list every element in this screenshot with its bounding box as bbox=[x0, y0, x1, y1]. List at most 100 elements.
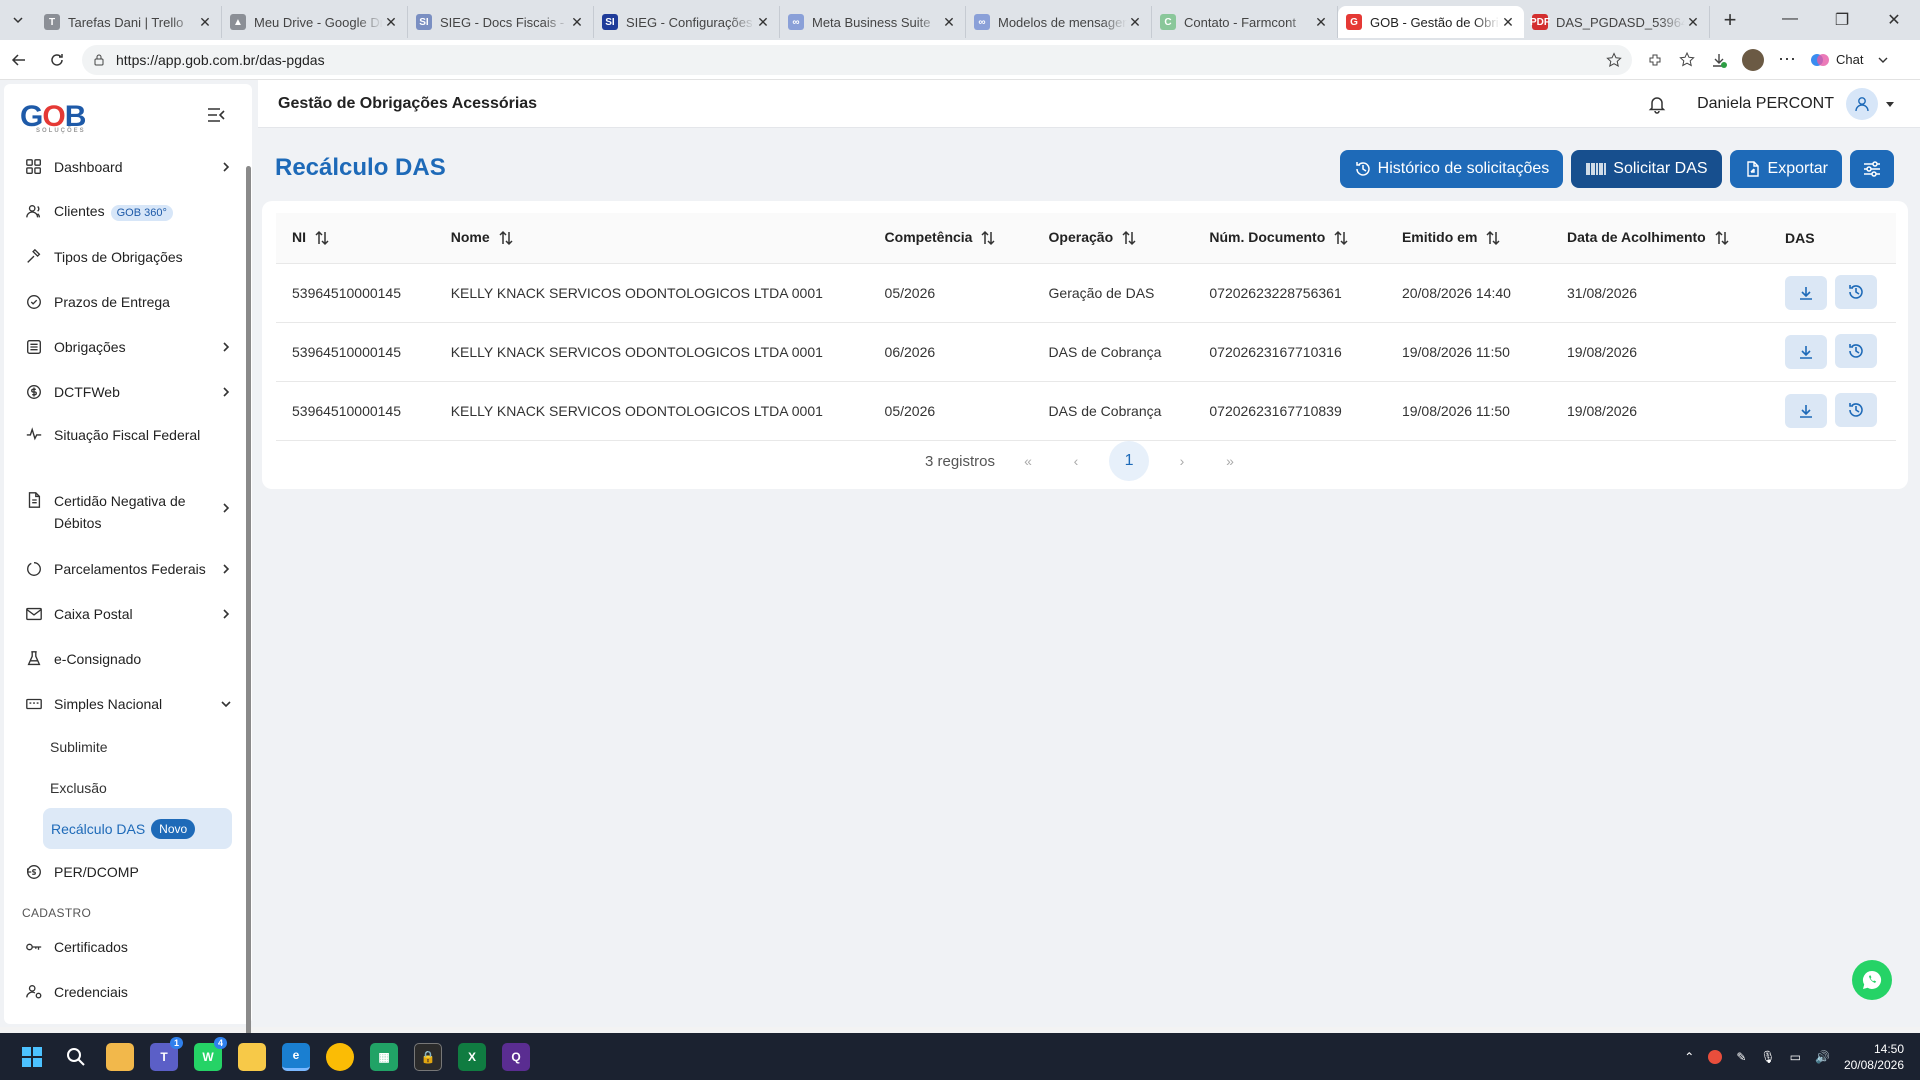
filter-settings-button[interactable] bbox=[1850, 150, 1894, 188]
browser-tab[interactable]: SI SIEG - Docs Fiscais - Detalhes ✕ bbox=[408, 6, 594, 38]
das-history-button[interactable] bbox=[1834, 334, 1877, 368]
download-das-button[interactable] bbox=[1784, 276, 1827, 310]
reload-button[interactable] bbox=[38, 52, 76, 68]
page-number-current[interactable]: 1 bbox=[1109, 441, 1150, 481]
column-header-operacao[interactable]: Operação bbox=[1032, 213, 1194, 264]
star-icon[interactable] bbox=[1606, 51, 1622, 68]
column-header-competencia[interactable]: Competência bbox=[868, 213, 1033, 264]
sidebar-item-credenciais[interactable]: Credenciais bbox=[4, 969, 252, 1014]
sidebar-item-dashboard[interactable]: Dashboard bbox=[4, 144, 252, 189]
last-page-button[interactable]: » bbox=[1215, 453, 1245, 469]
minimize-icon[interactable]: — bbox=[1764, 10, 1816, 30]
app-q-icon[interactable]: Q bbox=[502, 1042, 530, 1071]
more-options-icon[interactable]: ⋯ bbox=[1778, 49, 1796, 70]
browser-tab[interactable]: ∞ Meta Business Suite ✕ bbox=[780, 6, 966, 38]
browser-tab[interactable]: T Tarefas Dani | Trello ✕ bbox=[36, 6, 222, 38]
close-window-icon[interactable]: ✕ bbox=[1868, 10, 1920, 30]
sidebar-item-certidao-negativa-de-debitos[interactable]: Certidão Negativa de Débitos bbox=[4, 480, 252, 546]
favorites-icon[interactable] bbox=[1678, 51, 1696, 69]
maximize-icon[interactable]: ❐ bbox=[1816, 10, 1868, 30]
next-page-button[interactable]: › bbox=[1167, 453, 1197, 469]
whatsapp-taskbar-icon[interactable]: W4 bbox=[194, 1036, 227, 1071]
column-header-emitido-em[interactable]: Emitido em bbox=[1385, 213, 1552, 264]
sidebar-item-prazos-de-entrega[interactable]: Prazos de Entrega bbox=[4, 279, 252, 324]
column-header-nome[interactable]: Nome bbox=[434, 213, 869, 264]
close-tab-icon[interactable]: ✕ bbox=[569, 14, 585, 31]
close-tab-icon[interactable]: ✕ bbox=[1500, 14, 1516, 31]
close-tab-icon[interactable]: ✕ bbox=[1127, 14, 1143, 31]
sidebar-item-obrigacoes[interactable]: Obrigações bbox=[4, 324, 252, 369]
volume-icon[interactable]: 🔊 bbox=[1815, 1050, 1830, 1064]
sidebar-scrollbar[interactable] bbox=[246, 166, 251, 1046]
file-explorer-icon[interactable] bbox=[106, 1042, 134, 1071]
sidebar-item-e-consignado[interactable]: e-Consignado bbox=[4, 636, 252, 681]
das-history-button[interactable] bbox=[1834, 393, 1877, 427]
request-das-button[interactable]: Solicitar DAS bbox=[1571, 150, 1722, 188]
back-button[interactable] bbox=[0, 52, 38, 68]
tab-search-button[interactable] bbox=[0, 0, 36, 40]
clock[interactable]: 14:50 20/08/2026 bbox=[1844, 1041, 1904, 1073]
download-das-button[interactable] bbox=[1784, 335, 1827, 369]
new-tab-button[interactable]: + bbox=[1710, 7, 1750, 33]
browser-tab[interactable]: ▲ Meu Drive - Google Drive ✕ bbox=[222, 6, 408, 38]
browser-tab[interactable]: SI SIEG - Configurações ✕ bbox=[594, 6, 780, 38]
microphone-icon[interactable]: 🎙 bbox=[1760, 1050, 1775, 1064]
profile-avatar[interactable] bbox=[1742, 48, 1764, 71]
search-icon[interactable] bbox=[62, 1043, 90, 1071]
sidebar-item-dctfweb[interactable]: DCTFWeb bbox=[4, 369, 252, 414]
chrome-icon[interactable] bbox=[326, 1042, 354, 1071]
sidebar-item-tipos-de-obrigacoes[interactable]: Tipos de Obrigações bbox=[4, 234, 252, 279]
sidebar-item-situacao-fiscal-federal[interactable]: Situação Fiscal Federal bbox=[4, 414, 252, 480]
extensions-icon[interactable] bbox=[1646, 51, 1664, 69]
browser-tab[interactable]: C Contato - Farmcont ✕ bbox=[1152, 6, 1338, 38]
close-tab-icon[interactable]: ✕ bbox=[941, 14, 957, 31]
sidebar-subitem-recalculo-das[interactable]: Recálculo DAS Novo bbox=[43, 808, 232, 849]
chevron-down-icon[interactable] bbox=[1877, 54, 1889, 66]
browser-tab[interactable]: PDF DAS_PGDASD_53964510000145 ✕ bbox=[1524, 6, 1710, 38]
sidebar-item-parcelamentos-federais[interactable]: Parcelamentos Federais bbox=[4, 546, 252, 591]
downloads-icon[interactable] bbox=[1710, 51, 1728, 69]
sidebar-subitem-sublimite[interactable]: Sublimite bbox=[4, 726, 252, 767]
column-header-num-documento[interactable]: Núm. Documento bbox=[1193, 213, 1386, 264]
browser-tab[interactable]: G GOB - Gestão de Obrigações ✕ bbox=[1338, 6, 1524, 38]
chrome-tray-icon[interactable] bbox=[1708, 1049, 1723, 1064]
browser-tab[interactable]: ∞ Modelos de mensagem ✕ bbox=[966, 6, 1152, 38]
collapse-sidebar-button[interactable] bbox=[206, 106, 226, 124]
first-page-button[interactable]: « bbox=[1013, 453, 1043, 469]
copilot-chat-button[interactable]: Chat bbox=[1810, 50, 1863, 70]
download-das-button[interactable] bbox=[1784, 394, 1827, 428]
whatsapp-floating-button[interactable] bbox=[1852, 960, 1892, 1000]
history-requests-button[interactable]: Histórico de solicitações bbox=[1339, 150, 1564, 188]
column-header-ni[interactable]: NI bbox=[276, 213, 435, 264]
close-tab-icon[interactable]: ✕ bbox=[383, 14, 399, 31]
network-icon[interactable]: ▭ bbox=[1790, 1050, 1801, 1064]
sidebar-item-certificados[interactable]: Certificados bbox=[4, 924, 252, 969]
chevron-up-icon[interactable]: ⌃ bbox=[1684, 1050, 1694, 1064]
user-name[interactable]: Daniela PERCONT bbox=[1697, 95, 1834, 113]
sidebar-item-caixa-postal[interactable]: Caixa Postal bbox=[4, 591, 252, 636]
caret-down-icon[interactable] bbox=[1884, 98, 1896, 110]
close-tab-icon[interactable]: ✕ bbox=[755, 14, 771, 31]
mail-app-icon[interactable] bbox=[238, 1042, 266, 1071]
excel-icon[interactable]: X bbox=[458, 1042, 486, 1071]
edge-icon[interactable]: e bbox=[282, 1042, 310, 1071]
sidebar-item-per-dcomp[interactable]: PER/DCOMP bbox=[4, 849, 252, 894]
sheets-icon[interactable]: ▦ bbox=[370, 1042, 398, 1071]
windows-start-icon[interactable] bbox=[18, 1043, 46, 1071]
pen-icon[interactable]: ✎ bbox=[1736, 1050, 1746, 1064]
bell-icon[interactable] bbox=[1647, 94, 1667, 114]
sidebar-subitem-exclusao[interactable]: Exclusão bbox=[4, 767, 252, 808]
lock-app-icon[interactable]: 🔒 bbox=[414, 1042, 442, 1071]
teams-icon[interactable]: T1 bbox=[150, 1036, 183, 1071]
column-header-data-de-acolhimento[interactable]: Data de Acolhimento bbox=[1551, 213, 1769, 264]
sidebar-item-simples-nacional[interactable]: Simples Nacional bbox=[4, 681, 252, 726]
close-tab-icon[interactable]: ✕ bbox=[1685, 14, 1701, 31]
export-button[interactable]: Exportar bbox=[1729, 150, 1842, 188]
sidebar-item-clientes[interactable]: Clientes GOB 360° bbox=[4, 189, 252, 234]
close-tab-icon[interactable]: ✕ bbox=[197, 14, 213, 31]
das-history-button[interactable] bbox=[1834, 275, 1877, 309]
address-bar[interactable]: https://app.gob.com.br/das-pgdas bbox=[82, 44, 1632, 75]
close-tab-icon[interactable]: ✕ bbox=[1313, 14, 1329, 31]
prev-page-button[interactable]: ‹ bbox=[1061, 453, 1091, 469]
avatar[interactable] bbox=[1846, 87, 1878, 120]
